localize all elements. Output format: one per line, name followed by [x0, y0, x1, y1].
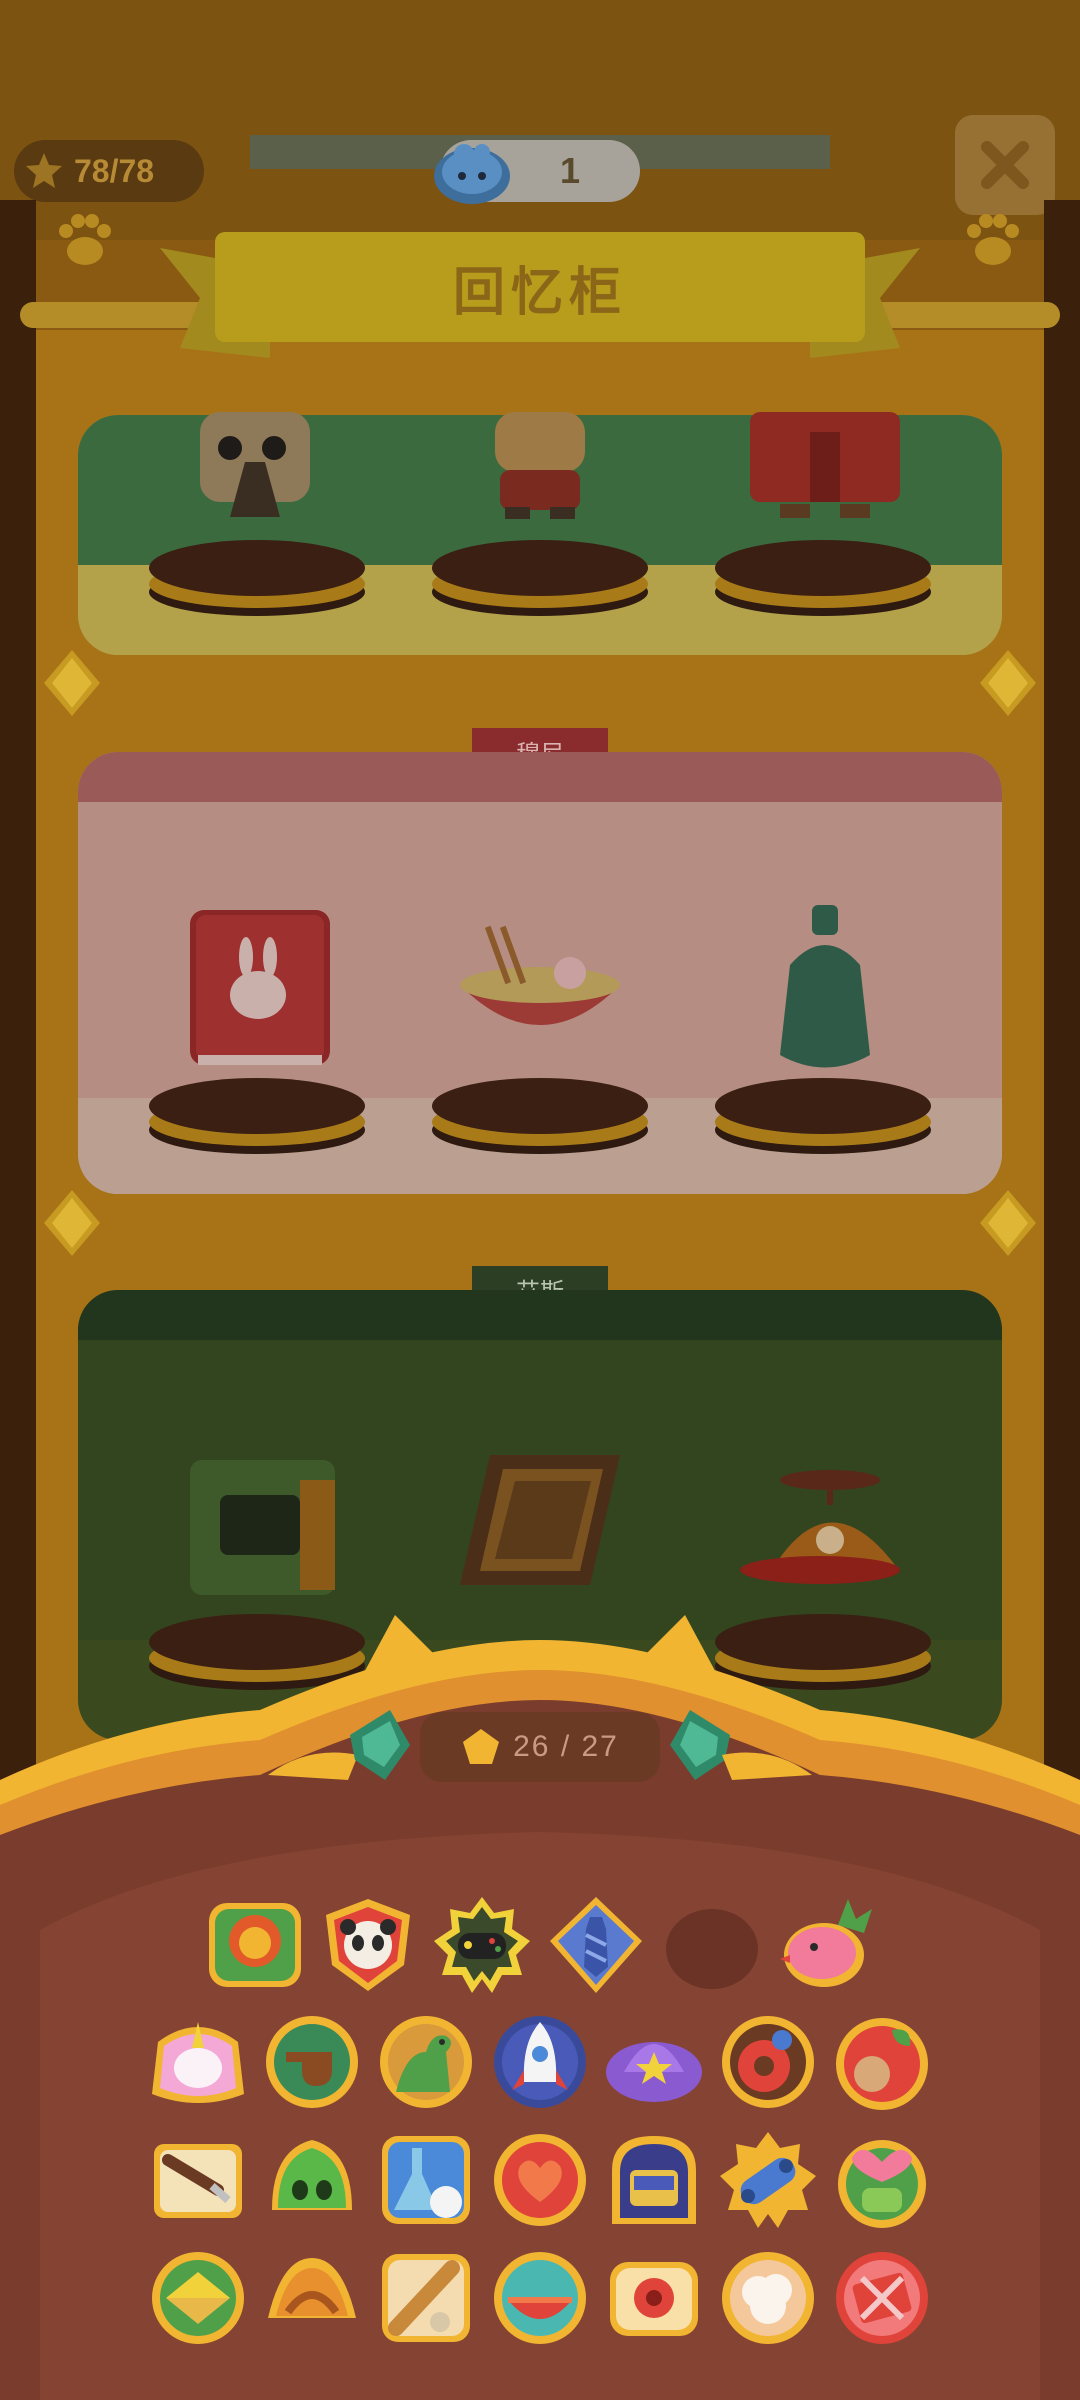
currency-counter[interactable]: 78/78 — [14, 140, 204, 202]
sandwich-badge-icon[interactable] — [148, 2248, 248, 2348]
baguette-badge-icon[interactable] — [376, 2248, 476, 2348]
diamond-icon — [980, 650, 1036, 716]
collectible-boy-icon[interactable] — [455, 412, 625, 522]
photo-frame-icon[interactable] — [455, 1455, 625, 1600]
pedestal — [715, 540, 931, 616]
sheep-badge-icon[interactable] — [718, 2248, 818, 2348]
blue-blob-icon — [434, 144, 510, 204]
unicorn-badge-icon[interactable] — [148, 2012, 248, 2112]
currency-value: 78/78 — [74, 152, 155, 189]
rabbit-book-icon[interactable] — [180, 905, 335, 1070]
paw-icon — [59, 214, 111, 265]
apple-badge-icon[interactable] — [832, 2012, 932, 2112]
close-button[interactable] — [955, 115, 1055, 215]
dinosaur-badge-icon[interactable] — [376, 2012, 476, 2112]
donut-badge-icon[interactable] — [718, 2012, 818, 2112]
top-bar — [0, 0, 1080, 240]
diamond-icon — [980, 1190, 1036, 1256]
flask-badge-icon[interactable] — [376, 2130, 476, 2230]
progress-counter: 26 / 27 — [420, 1712, 660, 1782]
page-title: 回忆柜 — [452, 263, 627, 322]
watering-can-badge-icon[interactable] — [832, 2130, 932, 2230]
panda-badge-icon[interactable] — [318, 1895, 418, 1995]
pedestal — [149, 540, 365, 616]
moon-bottle-icon[interactable] — [770, 905, 880, 1075]
watermelon-badge-icon[interactable] — [490, 2248, 590, 2348]
gem-icon — [350, 1710, 410, 1780]
empty-badge-slot[interactable] — [662, 1895, 762, 1995]
planet-hat-badge-icon[interactable] — [604, 2012, 704, 2112]
shelf-3-curtain — [78, 1290, 1002, 1340]
skateboard-badge-icon[interactable] — [718, 2130, 818, 2230]
collectible-doll-icon[interactable] — [170, 412, 340, 522]
croissant-badge-icon[interactable] — [262, 2248, 362, 2348]
title-banner: 回忆柜 — [215, 232, 865, 342]
diamond-icon — [44, 650, 100, 716]
pedestal — [432, 1078, 648, 1154]
coin-icon — [26, 153, 62, 188]
collectible-red-figure-icon[interactable] — [740, 412, 910, 522]
bus-badge-icon[interactable] — [604, 2130, 704, 2230]
toast-badge-icon[interactable] — [604, 2248, 704, 2348]
gamepad-badge-icon[interactable] — [432, 1895, 532, 1995]
token-counter[interactable]: 1 — [434, 140, 640, 204]
gift-badge-icon[interactable] — [832, 2248, 932, 2348]
shelf-2-curtain — [78, 752, 1002, 802]
close-icon — [981, 141, 1029, 189]
token-value: 1 — [559, 150, 581, 191]
paw-icon — [967, 214, 1019, 265]
pineapple-bird-badge-icon[interactable] — [778, 1895, 878, 1995]
paintbrush-badge-icon[interactable] — [148, 2130, 248, 2230]
propeller-cap-icon[interactable] — [735, 1460, 910, 1590]
arcade-machine-icon[interactable] — [185, 1450, 340, 1600]
pedestal — [432, 540, 648, 616]
necktie-badge-icon[interactable] — [546, 1895, 646, 1995]
pentagon-icon — [463, 1729, 500, 1764]
pedestal — [149, 1078, 365, 1154]
pedestal — [715, 1078, 931, 1154]
pipe-badge-icon[interactable] — [262, 2012, 362, 2112]
progress-value: 26 / 27 — [513, 1730, 619, 1763]
wing-icon — [722, 1752, 812, 1780]
noodle-bowl-icon[interactable] — [455, 915, 625, 1055]
slime-badge-icon[interactable] — [262, 2130, 362, 2230]
rocket-badge-icon[interactable] — [490, 2012, 590, 2112]
diamond-icon — [44, 1190, 100, 1256]
heart-fan-badge-icon[interactable] — [490, 2130, 590, 2230]
lion-badge-icon[interactable] — [205, 1895, 305, 1995]
